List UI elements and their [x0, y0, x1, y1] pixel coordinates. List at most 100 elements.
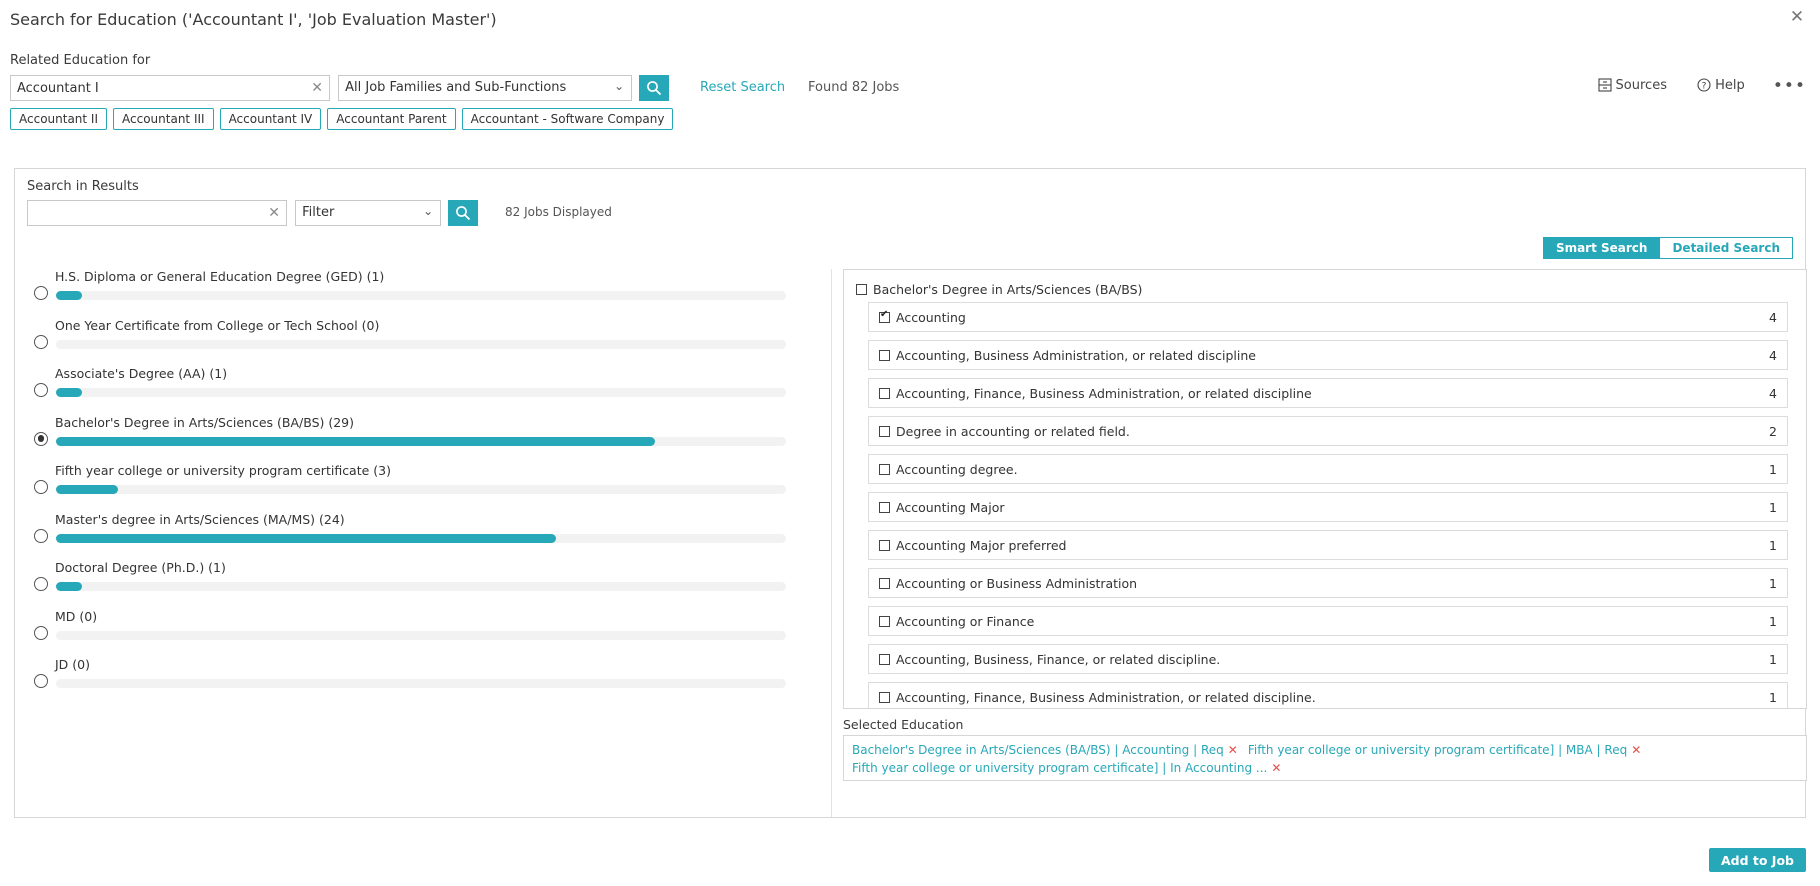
education-level-row[interactable]: One Year Certificate from College or Tec… [15, 318, 831, 367]
selected-education-tag[interactable]: Bachelor's Degree in Arts/Sciences (BA/B… [852, 741, 1238, 759]
clear-x-icon[interactable]: ✕ [268, 205, 280, 221]
education-level-row[interactable]: H.S. Diploma or General Education Degree… [15, 269, 831, 318]
education-level-row[interactable]: MD (0) [15, 609, 831, 658]
detail-item-checkbox[interactable] [879, 578, 890, 589]
tab-detailed-search[interactable]: Detailed Search [1660, 237, 1793, 259]
detail-item-label: Degree in accounting or related field. [879, 424, 1130, 439]
education-level-bar-fill [56, 582, 82, 591]
education-level-radio[interactable] [34, 625, 48, 640]
clear-x-icon[interactable]: ✕ [311, 80, 323, 96]
reset-search-link[interactable]: Reset Search [700, 80, 785, 95]
detail-list-item[interactable]: Accounting, Business Administration, or … [868, 340, 1788, 370]
detail-item-checkbox[interactable] [879, 426, 890, 437]
related-job-chip[interactable]: Accountant - Software Company [461, 108, 674, 130]
education-level-radio[interactable] [34, 431, 48, 446]
search-in-results-label: Search in Results [27, 179, 139, 194]
education-level-radio[interactable] [34, 334, 48, 349]
related-job-chip[interactable]: Accountant II [10, 108, 108, 130]
education-level-row[interactable]: Fifth year college or university program… [15, 463, 831, 512]
selected-education-tag[interactable]: Fifth year college or university program… [1248, 741, 1641, 759]
detail-list-item[interactable]: Accounting, Finance, Business Administra… [868, 682, 1788, 708]
detail-list-item[interactable]: Accounting, Finance, Business Administra… [868, 378, 1788, 408]
related-job-chip[interactable]: Accountant IV [219, 108, 322, 130]
tab-smart-search[interactable]: Smart Search [1542, 237, 1661, 259]
jobs-displayed-text: 82 Jobs Displayed [505, 205, 612, 219]
education-level-radio[interactable] [34, 674, 48, 688]
detail-item-label: Accounting Major preferred [879, 538, 1066, 553]
detail-list-item[interactable]: Accounting or Business Administration 1 [868, 568, 1788, 598]
detail-item-text: Accounting Major [896, 500, 1005, 515]
detail-item-checkbox[interactable] [879, 502, 890, 513]
detail-list-item[interactable]: Accounting Major preferred 1 [868, 530, 1788, 560]
group-checkbox[interactable] [856, 284, 867, 295]
education-level-bar-track [56, 388, 786, 397]
detail-item-list: Accounting 4 Accounting, Business Administ… [868, 302, 1788, 708]
search-icon [647, 81, 662, 96]
sources-icon [1597, 78, 1612, 92]
job-family-select[interactable]: All Job Families and Sub-Functions ⌄ [338, 75, 633, 101]
remove-x-icon[interactable]: ✕ [1228, 743, 1238, 757]
detail-item-count: 4 [1769, 348, 1777, 363]
education-level-bar-fill [56, 436, 655, 446]
education-level-row[interactable]: Associate's Degree (AA) (1) [15, 366, 831, 415]
education-detail-box: Bachelor's Degree in Arts/Sciences (BA/B… [843, 269, 1807, 709]
remove-x-icon[interactable]: ✕ [1631, 743, 1641, 757]
detail-item-text: Accounting [896, 310, 966, 325]
related-education-label: Related Education for [10, 53, 151, 68]
detail-item-checkbox[interactable] [879, 309, 890, 323]
detail-list-item[interactable]: Accounting or Finance 1 [868, 606, 1788, 636]
help-button[interactable]: ? Help [1697, 78, 1745, 93]
header-tools: Sources ? Help ••• [1572, 78, 1806, 98]
job-family-select-value: All Job Families and Sub-Functions [345, 80, 567, 95]
dialog-titlebar: Search for Education ('Accountant I', 'J… [0, 0, 1820, 40]
detail-list-item[interactable]: Accounting Major 1 [868, 492, 1788, 522]
related-job-chip[interactable]: Accountant III [113, 108, 214, 130]
education-level-row[interactable]: Doctoral Degree (Ph.D.) (1) [15, 560, 831, 609]
detail-item-count: 1 [1769, 614, 1777, 629]
sources-label: Sources [1615, 78, 1667, 93]
education-level-radio[interactable] [34, 480, 48, 494]
education-level-radio[interactable] [34, 528, 48, 543]
education-level-radio[interactable] [34, 286, 48, 300]
job-search-input[interactable] [11, 76, 301, 100]
detail-item-label: Accounting [879, 309, 966, 325]
sources-button[interactable]: Sources [1597, 78, 1667, 93]
detail-item-checkbox[interactable] [879, 692, 890, 703]
education-level-row[interactable]: Bachelor's Degree in Arts/Sciences (BA/B… [15, 415, 831, 464]
detail-item-text: Accounting, Business, Finance, or relate… [896, 652, 1221, 667]
detail-list-item[interactable]: Degree in accounting or related field. 2 [868, 416, 1788, 446]
search-in-results-input[interactable] [28, 201, 260, 225]
remove-x-icon[interactable]: ✕ [1271, 761, 1281, 775]
education-level-row[interactable]: JD (0) [15, 657, 831, 706]
search-button[interactable] [639, 75, 670, 101]
job-input-wrapper: ✕ [10, 75, 330, 101]
education-level-label: Doctoral Degree (Ph.D.) (1) [55, 560, 226, 575]
detail-item-checkbox[interactable] [879, 350, 890, 361]
education-level-radio[interactable] [34, 577, 48, 591]
detail-item-checkbox[interactable] [879, 464, 890, 475]
detail-list-item[interactable]: Accounting, Business, Finance, or relate… [868, 644, 1788, 674]
detail-item-text: Accounting Major preferred [896, 538, 1067, 553]
detail-item-checkbox[interactable] [879, 616, 890, 627]
detail-list-item[interactable]: Accounting degree. 1 [868, 454, 1788, 484]
education-level-radio[interactable] [34, 383, 48, 397]
selected-education-tag[interactable]: Fifth year college or university program… [852, 759, 1281, 777]
filter-select[interactable]: Filter ⌄ [295, 200, 442, 226]
close-icon[interactable]: ✕ [1786, 6, 1808, 28]
column-divider [831, 269, 832, 817]
education-level-list: H.S. Diploma or General Education Degree… [15, 269, 831, 817]
detail-item-text: Accounting degree. [896, 462, 1018, 477]
detail-item-checkbox[interactable] [879, 388, 890, 399]
detail-list-item[interactable]: Accounting 4 [868, 302, 1788, 332]
overflow-menu-icon[interactable]: ••• [1773, 78, 1806, 95]
education-level-row[interactable]: Master's degree in Arts/Sciences (MA/MS)… [15, 512, 831, 561]
selected-education-box: Bachelor's Degree in Arts/Sciences (BA/B… [843, 735, 1807, 781]
detail-item-label: Accounting, Finance, Business Administra… [879, 690, 1316, 705]
detail-item-checkbox[interactable] [879, 540, 890, 551]
detail-item-count: 1 [1769, 652, 1777, 667]
detail-item-checkbox[interactable] [879, 654, 890, 665]
education-level-bar-track [56, 582, 786, 591]
results-search-button[interactable] [448, 200, 479, 226]
add-to-job-button[interactable]: Add to Job [1708, 848, 1806, 872]
related-job-chip[interactable]: Accountant Parent [327, 108, 456, 130]
